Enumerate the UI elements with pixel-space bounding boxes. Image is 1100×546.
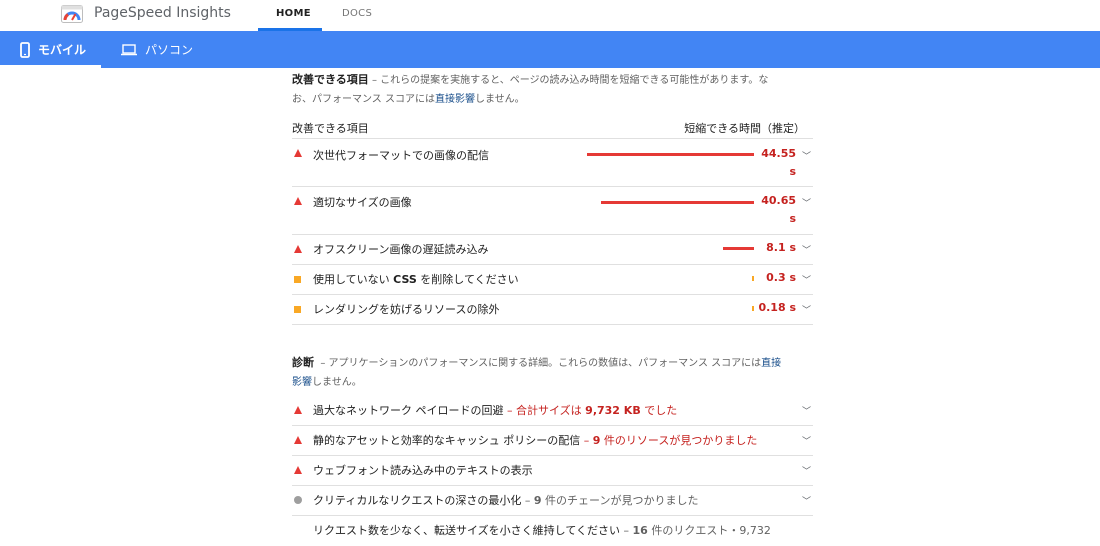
diagnostic-label: リクエスト数を少なく、転送サイズを小さく維持してください – 16 件のリクエス… xyxy=(313,524,771,537)
opportunities-column-header: 改善できる項目 短縮できる時間（推定） xyxy=(292,117,813,139)
opportunity-row[interactable]: オフスクリーン画像の遅延読み込み 8.1 s ﹀ xyxy=(292,235,813,265)
opportunities-desc-line2: お、パフォーマンス スコアには xyxy=(292,94,435,105)
opportunity-label: 使用していない CSS を削除してください xyxy=(313,273,519,286)
direct-link[interactable]: 直接 xyxy=(761,358,781,369)
fail-triangle-icon xyxy=(294,149,302,157)
savings-bar xyxy=(723,247,754,250)
diagnostic-row[interactable]: 過大なネットワーク ペイロードの回避 – 合計サイズは 9,732 KB でした… xyxy=(292,396,813,426)
chevron-down-icon[interactable]: ﹀ xyxy=(802,149,811,162)
diagnostic-row[interactable]: ウェブフォント読み込み中のテキストの表示 ﹀ xyxy=(292,456,813,486)
savings-value: 44.55 xyxy=(761,147,796,160)
opportunities-title: 改善できる項目 xyxy=(292,73,369,86)
nav-docs-link[interactable]: DOCS xyxy=(342,8,372,19)
brand-title[interactable]: PageSpeed Insights xyxy=(94,5,231,21)
opportunity-label: レンダリングを妨げるリソースの除外 xyxy=(313,303,500,316)
average-square-icon xyxy=(294,276,301,283)
diagnostics-desc-end: しません。 xyxy=(312,377,362,388)
savings-value: 0.18 s xyxy=(758,301,796,314)
opportunity-label: 適切なサイズの画像 xyxy=(313,196,412,209)
fail-triangle-icon xyxy=(294,406,302,414)
savings-bar xyxy=(601,201,754,204)
nav-home-link[interactable]: HOME xyxy=(276,8,311,19)
savings-unit: s xyxy=(789,165,796,178)
savings-bar xyxy=(752,306,754,311)
smartphone-icon xyxy=(20,41,30,58)
diagnostic-row[interactable]: リクエスト数を少なく、転送サイズを小さく維持してください – 16 件のリクエス… xyxy=(292,516,813,546)
laptop-icon xyxy=(121,43,137,55)
savings-unit: s xyxy=(789,212,796,225)
diagnostics-title: 診断 xyxy=(292,356,314,369)
tab-active-indicator xyxy=(0,65,101,68)
chevron-down-icon[interactable]: ﹀ xyxy=(802,434,811,447)
impact-link[interactable]: 影響 xyxy=(292,377,312,388)
savings-bar xyxy=(587,153,754,156)
opportunities-desc-line2-end: しません。 xyxy=(474,94,525,105)
chevron-down-icon[interactable]: ﹀ xyxy=(802,273,811,286)
tab-mobile-label: モバイル xyxy=(38,43,87,57)
chevron-down-icon[interactable]: ﹀ xyxy=(802,243,811,256)
column-savings-label: 短縮できる時間（推定） xyxy=(684,121,805,135)
fail-triangle-icon xyxy=(294,245,302,253)
chevron-down-icon[interactable]: ﹀ xyxy=(802,303,811,316)
direct-impact-link[interactable]: 直接影響 xyxy=(435,94,475,105)
tab-desktop[interactable]: パソコン xyxy=(121,31,193,68)
opportunity-label: オフスクリーン画像の遅延読み込み xyxy=(313,243,489,256)
device-tabs: モバイル パソコン xyxy=(0,31,1100,68)
fail-triangle-icon xyxy=(294,436,302,444)
fail-triangle-icon xyxy=(294,466,302,474)
savings-value: 8.1 s xyxy=(766,241,796,254)
fail-triangle-icon xyxy=(294,197,302,205)
opportunities-header: 改善できる項目 – これらの提案を実施すると、ページの読み込み時間を短縮できる可… xyxy=(292,70,813,109)
column-item-label: 改善できる項目 xyxy=(292,121,369,135)
savings-value: 0.3 s xyxy=(766,271,796,284)
diagnostic-label: 過大なネットワーク ペイロードの回避 – 合計サイズは 9,732 KB でした xyxy=(313,404,678,417)
info-circle-icon xyxy=(294,496,302,504)
average-square-icon xyxy=(294,306,301,313)
chevron-down-icon[interactable]: ﹀ xyxy=(802,196,811,209)
opportunity-row[interactable]: 適切なサイズの画像 40.65 s ﹀ xyxy=(292,187,813,235)
opportunities-desc-line1: – これらの提案を実施すると、ページの読み込み時間を短縮できる可能性があります。… xyxy=(371,75,769,86)
savings-bar xyxy=(752,276,754,281)
chevron-down-icon[interactable]: ﹀ xyxy=(802,494,811,507)
diagnostic-label: 静的なアセットと効率的なキャッシュ ポリシーの配信 – 9 件のリソースが見つか… xyxy=(313,434,758,447)
diagnostic-row[interactable]: 静的なアセットと効率的なキャッシュ ポリシーの配信 – 9 件のリソースが見つか… xyxy=(292,426,813,456)
diagnostic-label: クリティカルなリクエストの深さの最小化 – 9 件のチェーンが見つかりました xyxy=(313,494,699,507)
opportunity-row[interactable]: 使用していない CSS を削除してください 0.3 s ﹀ xyxy=(292,265,813,295)
chevron-down-icon[interactable]: ﹀ xyxy=(802,464,811,477)
diagnostics-desc: – アプリケーションのパフォーマンスに関する詳細。これらの数値は、パフォーマンス… xyxy=(320,358,762,369)
savings-value: 40.65 xyxy=(761,194,796,207)
tab-desktop-label: パソコン xyxy=(145,43,194,57)
diagnostics-header: 診断 – アプリケーションのパフォーマンスに関する詳細。これらの数値は、パフォー… xyxy=(292,353,813,392)
diagnostic-row[interactable]: クリティカルなリクエストの深さの最小化 – 9 件のチェーンが見つかりました ﹀ xyxy=(292,486,813,516)
diagnostic-label: ウェブフォント読み込み中のテキストの表示 xyxy=(313,464,533,477)
pagespeed-logo-icon[interactable] xyxy=(61,5,83,23)
opportunity-row[interactable]: 次世代フォーマットでの画像の配信 44.55 s ﹀ xyxy=(292,139,813,187)
tab-mobile[interactable]: モバイル xyxy=(20,31,86,68)
opportunity-label: 次世代フォーマットでの画像の配信 xyxy=(313,149,489,162)
top-nav: PageSpeed Insights HOME DOCS xyxy=(0,0,1100,31)
opportunity-row[interactable]: レンダリングを妨げるリソースの除外 0.18 s ﹀ xyxy=(292,295,813,325)
chevron-down-icon[interactable]: ﹀ xyxy=(802,404,811,417)
